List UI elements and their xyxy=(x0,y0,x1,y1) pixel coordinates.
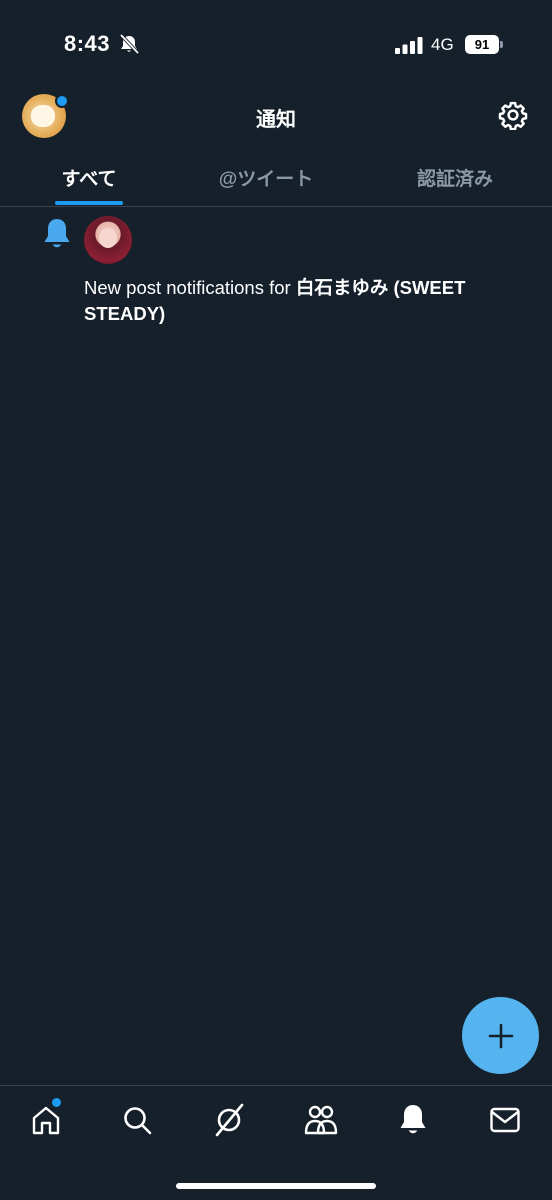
nav-search[interactable] xyxy=(119,1102,155,1138)
spaces-icon xyxy=(215,1103,244,1137)
gear-icon xyxy=(498,101,528,130)
nav-communities[interactable] xyxy=(303,1102,339,1138)
battery-cap xyxy=(500,41,503,48)
active-tab-indicator xyxy=(55,201,123,205)
settings-button[interactable] xyxy=(496,98,530,132)
plus-icon xyxy=(488,1023,513,1048)
home-icon xyxy=(32,1106,60,1135)
status-time: 8:43 xyxy=(64,31,111,56)
nav-spaces[interactable] xyxy=(211,1102,247,1138)
search-icon xyxy=(124,1107,152,1135)
tab-mentions[interactable]: @ツイート xyxy=(190,150,342,206)
communities-icon xyxy=(304,1105,338,1135)
bell-icon xyxy=(400,1105,426,1134)
page-title: 通知 xyxy=(256,109,296,131)
avatar-image xyxy=(99,228,117,248)
mute-bell-icon xyxy=(119,34,140,54)
notification-prefix: New post notifications for xyxy=(84,277,296,298)
header: 通知 xyxy=(0,90,552,144)
home-indicator xyxy=(176,1183,376,1189)
nav-home[interactable] xyxy=(28,1102,64,1138)
notification-text: New post notifications for 白石まゆみ (SWEET … xyxy=(84,275,524,327)
avatar[interactable] xyxy=(84,216,132,264)
nav-notifications[interactable] xyxy=(395,1102,431,1138)
network-type: 4G xyxy=(431,35,454,54)
status-bar: 8:43 4G 91 xyxy=(0,0,552,80)
battery-icon: 91 xyxy=(465,35,503,54)
notification-tabs: すべて @ツイート 認証済み xyxy=(0,150,552,207)
bell-icon xyxy=(44,219,70,248)
bottom-nav xyxy=(0,1085,552,1200)
tab-verified[interactable]: 認証済み xyxy=(380,150,530,206)
tab-all[interactable]: すべて xyxy=(28,150,150,206)
battery-level: 91 xyxy=(465,35,499,54)
mail-icon xyxy=(490,1107,520,1133)
signal-icon xyxy=(395,37,423,54)
home-unread-dot xyxy=(52,1098,61,1107)
notification-item[interactable]: New post notifications for 白石まゆみ (SWEET … xyxy=(0,207,552,337)
nav-messages[interactable] xyxy=(487,1102,523,1138)
compose-button[interactable] xyxy=(462,997,539,1074)
